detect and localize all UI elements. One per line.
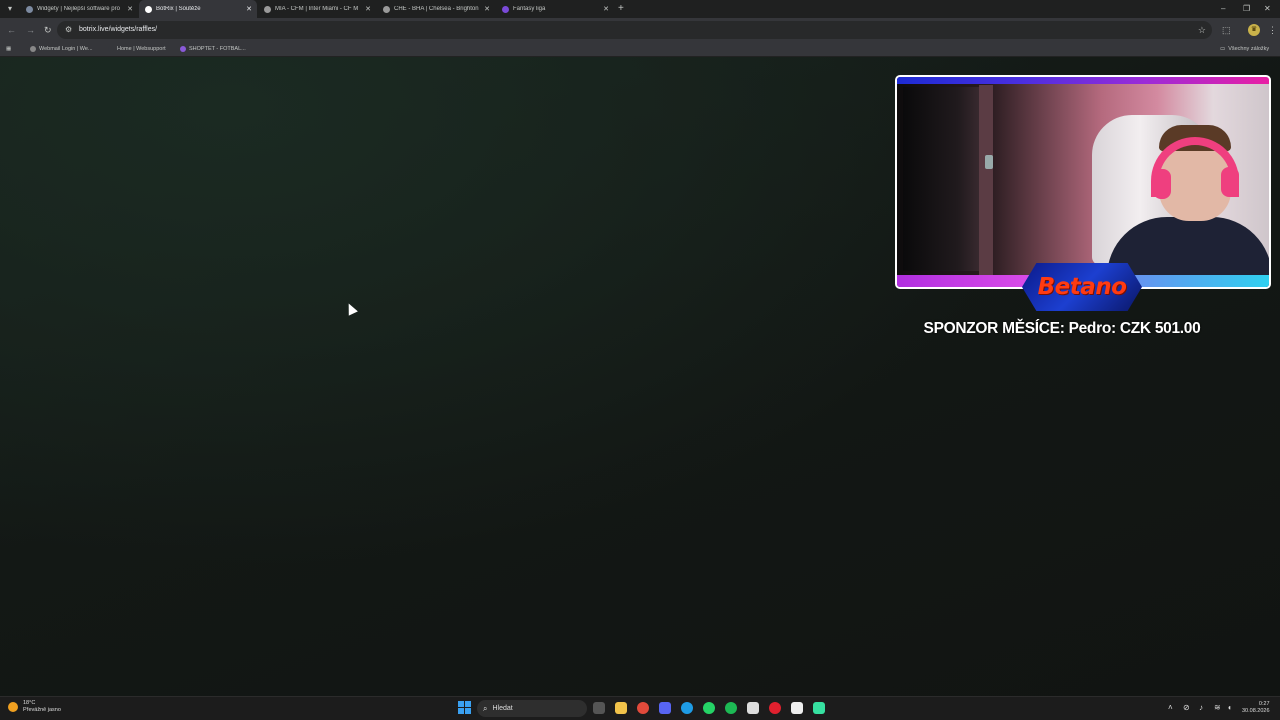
bookmarks-bar: ▦ Webmail Login | We... Home | Websuppor…: [0, 42, 1280, 57]
forward-icon[interactable]: →: [26, 23, 35, 37]
site-info-icon[interactable]: ⚙: [65, 23, 72, 37]
tab-favicon: [264, 5, 271, 13]
app-dark-icon[interactable]: [791, 702, 803, 714]
start-button[interactable]: [458, 701, 471, 714]
tab-favicon: [26, 5, 33, 13]
close-icon[interactable]: ✕: [126, 5, 134, 13]
whatsapp-icon[interactable]: [703, 702, 715, 714]
microphone-icon[interactable]: ♪: [1199, 702, 1203, 714]
tab-inter-miami[interactable]: MIA - CFM | Inter Miami - CF M ✕: [258, 0, 376, 18]
shoptet-icon: [180, 46, 186, 52]
address-bar[interactable]: ⚙ botrix.live/widgets/raffles/ ☆: [57, 21, 1212, 39]
tab-title: MIA - CFM | Inter Miami - CF M: [275, 6, 359, 12]
webcam-headset-cup-left: [1153, 169, 1171, 199]
weather-temp: 18°C: [23, 700, 36, 706]
tab-title: CHE - BHA | Chelsea - Brighton: [394, 6, 479, 12]
tab-botrix[interactable]: BotRix | Soutěže ✕: [139, 0, 257, 18]
volume-icon[interactable]: ◖: [1227, 702, 1232, 714]
webcam-overlay: [895, 75, 1271, 289]
windows-logo-icon: [458, 708, 464, 714]
restore-button[interactable]: ❐: [1243, 2, 1250, 15]
bookmark-label: Webmail Login | We...: [39, 46, 93, 52]
clock-time: 0:27: [1258, 701, 1270, 707]
webcam-door-handle: [985, 155, 993, 169]
websupport-icon: [108, 46, 114, 52]
globe-icon: [30, 46, 36, 52]
bookmark-websupport[interactable]: Home | Websupport: [108, 42, 166, 56]
tab-search-icon[interactable]: ▾: [3, 2, 17, 16]
windows-logo-icon: [465, 701, 471, 707]
weather-sun-icon: [8, 702, 18, 712]
webcam-door: [903, 87, 981, 271]
minimize-button[interactable]: –: [1221, 2, 1225, 15]
webcam-top-border: [897, 77, 1269, 84]
url-text[interactable]: botrix.live/widgets/raffles/: [79, 23, 157, 37]
bookmark-label: SHOPTET - FOTBAL...: [189, 46, 246, 52]
spotify-icon[interactable]: [725, 702, 737, 714]
extensions-icon[interactable]: ⬚: [1222, 23, 1231, 37]
search-label: Hledat: [492, 705, 513, 712]
tab-strip: ▾ Widgety | Nejlepší software pro ✕ BotR…: [0, 0, 1280, 18]
clock-date: 30.08.2026: [1242, 708, 1270, 714]
bookmark-shoptet[interactable]: SHOPTET - FOTBAL...: [180, 42, 246, 56]
sponsor-of-month-text: SPONZOR MĚSÍCE: Pedro: CZK 501.00: [923, 320, 1201, 337]
weather-desc: Převážně jasno: [23, 707, 61, 713]
network-off-icon[interactable]: ⊘: [1183, 702, 1190, 714]
tab-fantasy-liga[interactable]: Fantasy liga ✕: [496, 0, 614, 18]
search-icon: ⌕: [483, 703, 488, 713]
task-view-icon[interactable]: [593, 702, 605, 714]
folder-icon: ▭: [1220, 46, 1226, 52]
apps-grid-icon[interactable]: ▦: [6, 42, 11, 56]
bookmark-star-icon[interactable]: ☆: [1198, 23, 1206, 37]
new-tab-button[interactable]: +: [618, 2, 624, 15]
tab-favicon: [502, 5, 509, 13]
all-bookmarks-label: Všechny záložky: [1228, 46, 1270, 52]
webcam-headset-cup-right: [1221, 167, 1239, 197]
close-window-button[interactable]: ✕: [1264, 2, 1271, 15]
windows-taskbar: 18°C Převážně jasno ⌕ Hledat ˄ ⊘ ♪ ≋ ◖ 0…: [0, 696, 1280, 720]
close-icon[interactable]: ✕: [245, 5, 253, 13]
app-red-icon[interactable]: [769, 702, 781, 714]
file-explorer-icon[interactable]: [615, 702, 627, 714]
app-green-icon[interactable]: [813, 702, 825, 714]
close-icon[interactable]: ✕: [602, 5, 610, 13]
bookmark-webmail[interactable]: Webmail Login | We...: [30, 42, 93, 56]
wifi-icon[interactable]: ≋: [1214, 702, 1221, 714]
tab-favicon: [145, 5, 152, 13]
webcam-doorframe: [979, 85, 993, 275]
menu-icon[interactable]: ⋮: [1268, 23, 1277, 37]
tab-chelsea[interactable]: CHE - BHA | Chelsea - Brighton ✕: [377, 0, 495, 18]
discord-icon[interactable]: [659, 702, 671, 714]
windows-logo-icon: [458, 701, 464, 707]
reload-icon[interactable]: ↻: [44, 23, 52, 37]
avatar[interactable]: ♛: [1248, 24, 1260, 36]
all-bookmarks[interactable]: ▭ Všechny záložky: [1220, 42, 1269, 56]
weather-widget[interactable]: 18°C Převážně jasno: [8, 700, 61, 714]
back-icon[interactable]: ←: [7, 23, 16, 37]
taskbar-search[interactable]: ⌕ Hledat: [477, 700, 587, 717]
weather-text: 18°C Převážně jasno: [23, 700, 61, 714]
system-clock[interactable]: 0:27 30.08.2026: [1242, 701, 1270, 715]
close-icon[interactable]: ✕: [364, 5, 372, 13]
tab-title: Fantasy liga: [513, 6, 546, 12]
betano-logo-text: Betano: [1037, 274, 1127, 300]
edge-icon[interactable]: [681, 702, 693, 714]
tab-title: BotRix | Soutěže: [156, 6, 201, 12]
chrome-icon[interactable]: [637, 702, 649, 714]
tab-widgety[interactable]: Widgety | Nejlepší software pro ✕: [20, 0, 138, 18]
betano-logo: Betano: [1022, 263, 1142, 311]
close-icon[interactable]: ✕: [483, 5, 491, 13]
tab-favicon: [383, 5, 390, 13]
capcut-icon[interactable]: [747, 702, 759, 714]
chevron-up-icon[interactable]: ˄: [1168, 702, 1173, 714]
windows-logo-icon: [465, 708, 471, 714]
bookmark-label: Home | Websupport: [117, 46, 166, 52]
tab-title: Widgety | Nejlepší software pro: [37, 6, 120, 12]
